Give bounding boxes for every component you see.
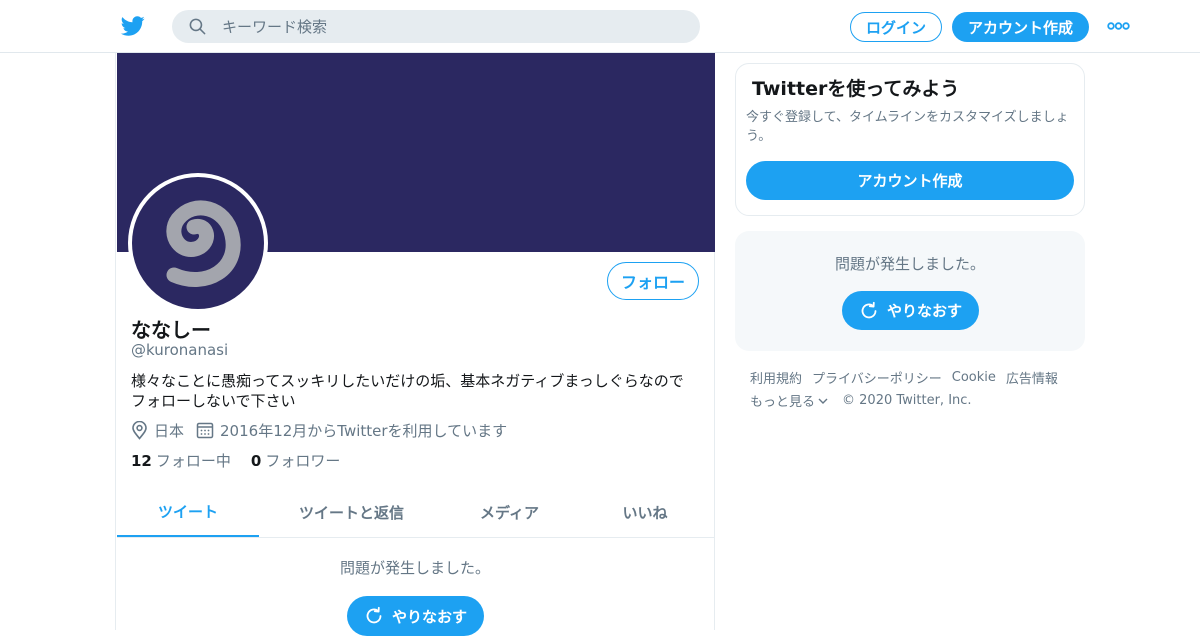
signup-card-title: Twitterを使ってみよう (752, 78, 960, 100)
search-box[interactable] (172, 10, 700, 43)
footer-link-ads[interactable]: 広告情報 (1006, 368, 1058, 387)
refresh-icon (861, 301, 877, 318)
joined-date: 2016年12月からTwitterを利用しています (220, 421, 508, 440)
footer: 利用規約 プライバシーポリシー Cookie 広告情報 もっと見る © 2020… (750, 369, 1080, 415)
follow-button[interactable]: フォロー (607, 262, 699, 300)
tab-tweets[interactable]: ツイート (117, 487, 259, 537)
twitter-bird-icon[interactable] (120, 14, 146, 38)
avatar-image (132, 177, 264, 309)
retry-label: やりなおす (886, 302, 962, 320)
footer-link-cookie[interactable]: Cookie (952, 370, 996, 385)
top-navigation-bar: ログイン アカウント作成 (0, 0, 1200, 53)
followers-label: フォロワー (265, 452, 341, 470)
calendar-icon (196, 422, 214, 439)
signup-card-button[interactable]: アカウント作成 (746, 161, 1074, 200)
sidebar-error-message: 問題が発生しました。 (835, 255, 986, 273)
timeline-retry-button[interactable]: やりなおす (347, 596, 484, 636)
location-pin-icon (132, 420, 147, 440)
more-dots-icon[interactable] (1107, 21, 1130, 31)
retry-label: やりなおす (391, 607, 467, 626)
search-icon (189, 18, 206, 35)
bio-line: フォローしないで下さい (131, 392, 296, 410)
footer-link-privacy[interactable]: プライバシーポリシー (812, 368, 942, 387)
profile-column: フォロー ななしー @kuronanasi 様々なことに愚痴ってスッキリしたいだ… (115, 53, 715, 636)
timeline-error-message: 問題が発生しました。 (340, 559, 491, 577)
display-name: ななしー (131, 318, 211, 342)
user-handle: @kuronanasi (131, 341, 229, 359)
login-button[interactable]: ログイン (850, 12, 942, 42)
tab-tweets-and-replies[interactable]: ツイートと返信 (259, 487, 444, 537)
search-input[interactable] (222, 10, 682, 43)
chevron-down-icon (818, 398, 828, 404)
avatar[interactable] (128, 173, 268, 313)
followers-count: 0 (250, 452, 262, 470)
signup-card: Twitterを使ってみよう 今すぐ登録して、タイムラインをカスタマイズしましょ… (735, 63, 1085, 216)
copyright-text: © 2020 Twitter, Inc. (842, 393, 972, 408)
refresh-icon (366, 606, 382, 624)
followers-stat[interactable]: 0 フォロワー (251, 450, 340, 471)
tab-likes[interactable]: いいね (575, 487, 715, 537)
following-count: 12 (131, 452, 152, 470)
profile-meta: 日本 2016年12月からTwitterを利用しています (131, 420, 507, 440)
footer-more-label: もっと見る (750, 395, 816, 410)
following-label: フォロー中 (155, 452, 231, 470)
profile-tabs: ツイート ツイートと返信 メディア いいね (117, 487, 715, 538)
tab-media[interactable]: メディア (444, 487, 575, 537)
signup-button[interactable]: アカウント作成 (952, 12, 1089, 42)
bio-line: 様々なことに愚痴ってスッキリしたいだけの垢、基本ネガティブまっしぐらなので (131, 372, 684, 390)
signup-card-description: 今すぐ登録して、タイムラインをカスタマイズしましょう。 (746, 110, 1069, 144)
follow-stats: 12 フォロー中 0 フォロワー (131, 450, 360, 471)
following-stat[interactable]: 12 フォロー中 (131, 450, 231, 471)
sidebar-retry-button[interactable]: やりなおす (842, 291, 979, 330)
footer-more-link[interactable]: もっと見る (750, 391, 828, 410)
profile-bio: 様々なことに愚痴ってスッキリしたいだけの垢、基本ネガティブまっしぐらなので フォ… (131, 371, 701, 411)
footer-link-terms[interactable]: 利用規約 (750, 368, 802, 387)
sidebar-error-card: 問題が発生しました。 やりなおす (735, 231, 1085, 351)
location-text: 日本 (154, 421, 185, 440)
